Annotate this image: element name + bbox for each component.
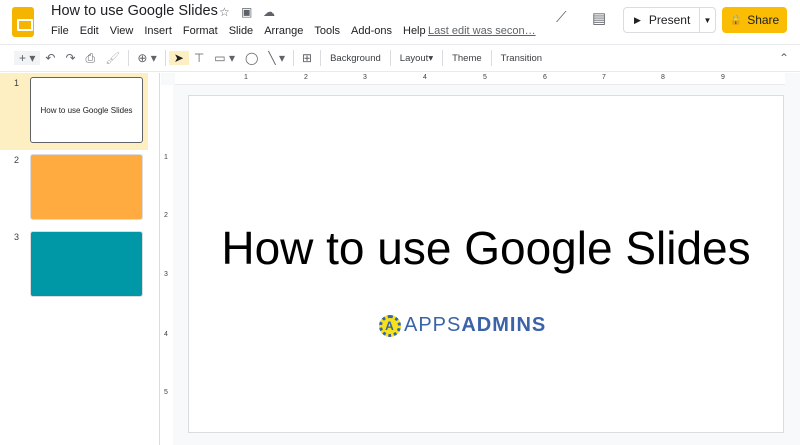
move-folder-icon[interactable]: ▣ <box>241 5 252 19</box>
slide-thumb-2[interactable]: 2 <box>0 150 148 227</box>
cloud-status-icon[interactable]: ☁ <box>263 5 275 19</box>
slides-logo[interactable] <box>12 7 34 37</box>
toolbar: + ▾ ↶ ↷ ⎙ 🖌 ⊕ ▾ ➤ ⊤ ▭ ▾ ◯ ╲ ▾ ⊞ Backgrou… <box>0 44 800 72</box>
paint-format-icon[interactable]: 🖌 <box>100 51 125 65</box>
brand-bold: ADMINS <box>461 314 547 336</box>
ruler-mark: 1 <box>164 154 168 161</box>
menu-tools[interactable]: Tools <box>314 25 340 37</box>
line-icon[interactable]: ╲ ▾ <box>263 51 290 65</box>
slide-number: 2 <box>14 155 20 165</box>
transition-button[interactable]: Transition <box>495 53 548 64</box>
brand-light: APPS <box>404 314 462 336</box>
undo-icon[interactable]: ↶ <box>40 51 60 65</box>
horizontal-ruler[interactable]: 1 2 3 4 5 6 7 8 9 <box>175 73 785 85</box>
menu-addons[interactable]: Add-ons <box>351 25 392 37</box>
slide-thumb-3[interactable]: 3 <box>0 227 148 304</box>
ruler-mark: 2 <box>164 212 168 219</box>
zoom-icon[interactable]: ⊕ ▾ <box>132 51 161 65</box>
ruler-mark: 4 <box>423 74 427 81</box>
select-icon[interactable]: ➤ <box>168 51 189 65</box>
menu-arrange[interactable]: Arrange <box>264 25 303 37</box>
filmstrip: 1 How to use Google Slides 2 3 <box>0 73 160 445</box>
new-slide-icon[interactable]: + ▾ <box>14 51 41 65</box>
redo-icon[interactable]: ↷ <box>60 51 80 65</box>
thumbnail <box>30 231 143 297</box>
last-edit-link[interactable]: Last edit was secon… <box>428 25 536 37</box>
present-label: Present <box>648 13 691 27</box>
star-icon[interactable]: ☆ <box>219 5 230 19</box>
ruler-mark: 3 <box>363 74 367 81</box>
thumbnail <box>30 154 143 220</box>
layout-label: Layout <box>399 52 429 64</box>
ruler-mark: 9 <box>721 74 725 81</box>
theme-button[interactable]: Theme <box>446 53 488 64</box>
lock-icon: 🔒 <box>729 14 743 26</box>
slide-thumb-1[interactable]: 1 How to use Google Slides <box>0 73 148 150</box>
menu-view[interactable]: View <box>110 25 134 37</box>
ruler-mark: 1 <box>244 74 248 81</box>
present-icon: ▶ <box>634 14 641 25</box>
ruler-mark: 4 <box>164 331 168 338</box>
text-box-icon[interactable]: ⊤ <box>189 51 209 65</box>
ruler-mark: 8 <box>661 74 665 81</box>
ruler-mark: 5 <box>483 74 487 81</box>
print-icon[interactable]: ⎙ <box>81 51 101 66</box>
share-button[interactable]: 🔒 Share <box>722 7 787 33</box>
image-icon[interactable]: ▭ ▾ <box>209 51 240 65</box>
document-title[interactable]: How to use Google Slides <box>51 3 218 19</box>
slide-title[interactable]: How to use Google Slides <box>189 221 783 275</box>
comment-icon[interactable]: ⊞ <box>297 51 317 65</box>
slide-canvas[interactable]: How to use Google Slides A APPS ADMINS <box>188 95 784 433</box>
ruler-mark: 2 <box>304 74 308 81</box>
share-label: Share <box>747 13 780 27</box>
comments-icon[interactable]: ▤ <box>592 9 606 27</box>
appsadmins-logo: A APPS ADMINS <box>379 314 546 337</box>
activity-icon[interactable]: ⟋ <box>556 9 567 26</box>
vertical-ruler[interactable]: 1 2 3 4 5 <box>161 85 173 445</box>
collapse-toolbar-icon[interactable]: ⌃ <box>774 51 794 65</box>
ruler-mark: 3 <box>164 271 168 278</box>
menu-edit[interactable]: Edit <box>80 25 99 37</box>
present-dropdown-icon[interactable]: ▼ <box>699 8 715 32</box>
menu-slide[interactable]: Slide <box>229 25 253 37</box>
ruler-mark: 6 <box>543 74 547 81</box>
slide-number: 3 <box>14 232 20 242</box>
present-button[interactable]: ▶ Present ▼ <box>623 7 716 33</box>
menu-file[interactable]: File <box>51 25 69 37</box>
menu-help[interactable]: Help <box>403 25 426 37</box>
menu-insert[interactable]: Insert <box>144 25 172 37</box>
background-button[interactable]: Background <box>324 53 387 64</box>
layout-button[interactable]: Layout▾ <box>394 53 439 64</box>
gear-logo-icon: A <box>379 314 401 337</box>
ruler-mark: 5 <box>164 389 168 396</box>
thumbnail: How to use Google Slides <box>30 77 143 143</box>
shape-icon[interactable]: ◯ <box>240 51 263 65</box>
ruler-mark: 7 <box>602 74 606 81</box>
menu-bar: File Edit View Insert Format Slide Arran… <box>51 25 437 37</box>
menu-format[interactable]: Format <box>183 25 218 37</box>
slide-number: 1 <box>14 78 20 88</box>
